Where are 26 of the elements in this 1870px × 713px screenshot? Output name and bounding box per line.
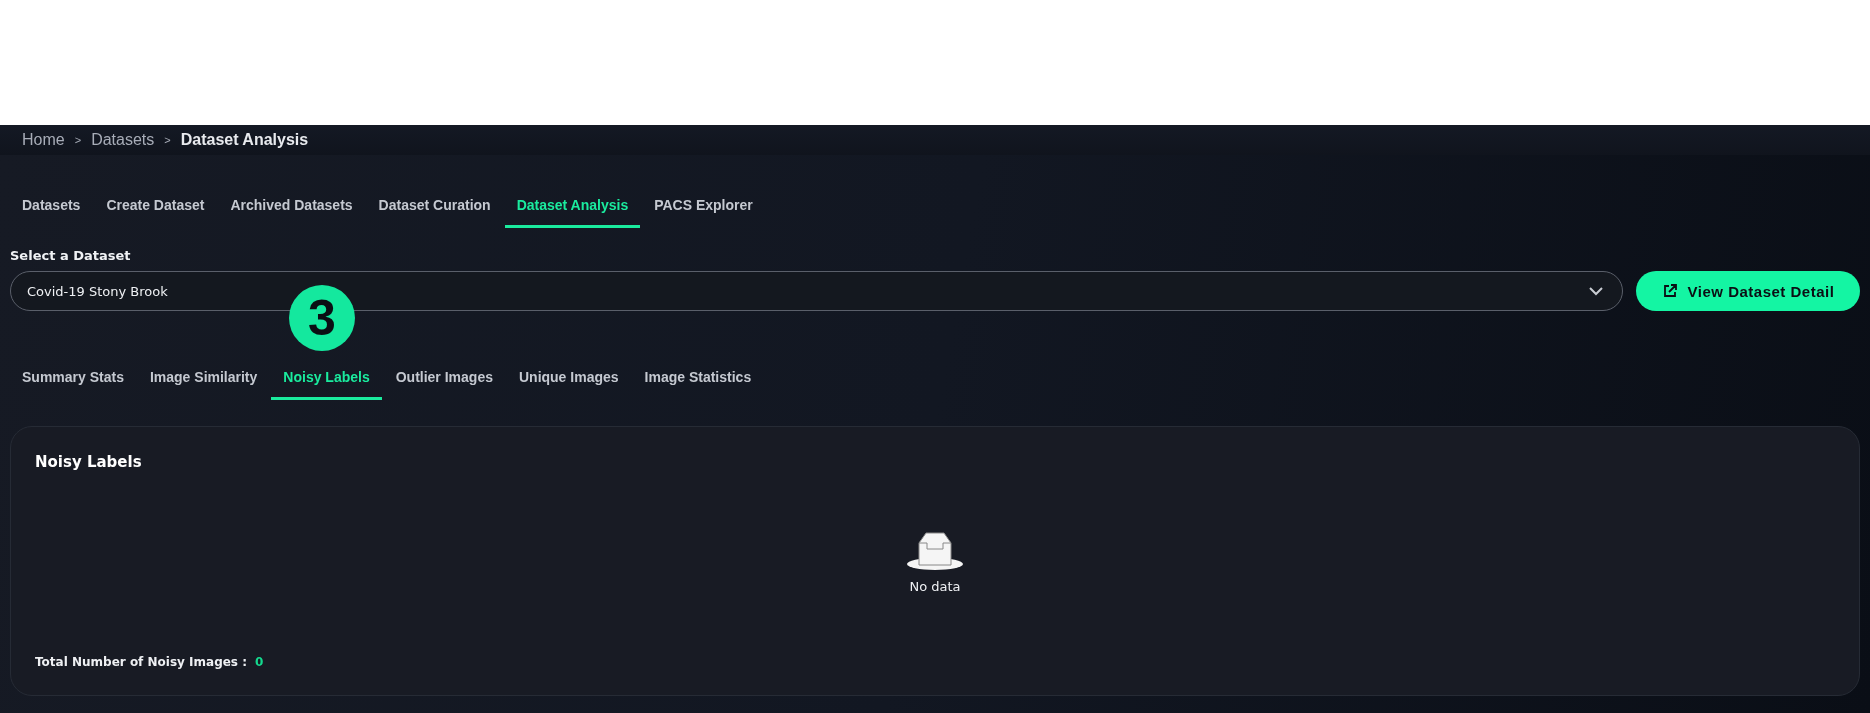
breadcrumb-link[interactable]: Datasets <box>91 131 155 149</box>
analysis-tab[interactable]: Outlier Images <box>383 359 505 400</box>
breadcrumb-link[interactable]: Home <box>22 131 65 149</box>
nav-tab[interactable]: Datasets <box>10 187 93 228</box>
external-link-icon <box>1661 283 1678 299</box>
field-label: Select a Dataset <box>10 248 132 263</box>
breadcrumb-separator: > <box>164 134 171 146</box>
breadcrumb-separator: > <box>74 134 82 146</box>
step-number-badge: 3 <box>289 285 355 351</box>
nav-tab[interactable]: Dataset Analysis <box>504 187 641 228</box>
nav-tab[interactable]: Archived Datasets <box>218 187 365 228</box>
empty-inbox-icon <box>906 531 964 571</box>
total-label: Total Number of Noisy Images : <box>35 655 247 669</box>
total-value: 0 <box>255 655 264 669</box>
nav-tab[interactable]: Create Dataset <box>94 187 217 228</box>
nav-tab[interactable]: Dataset Curation <box>366 187 503 228</box>
analysis-tab[interactable]: Summary Stats <box>10 359 136 400</box>
view-dataset-detail-button[interactable]: View Dataset Detail <box>1636 271 1860 311</box>
analysis-tab[interactable]: Unique Images <box>506 359 631 400</box>
analysis-tab[interactable]: Image Statistics <box>632 359 764 400</box>
empty-state-text: No data <box>909 579 961 594</box>
analysis-tab[interactable]: Image Similarity <box>137 359 270 400</box>
chevron-down-icon <box>1588 286 1604 296</box>
analysis-tab[interactable]: Noisy Labels <box>271 359 382 400</box>
nav-tab[interactable]: PACS Explorer <box>642 187 765 228</box>
card-title: Noisy Labels <box>35 453 143 471</box>
